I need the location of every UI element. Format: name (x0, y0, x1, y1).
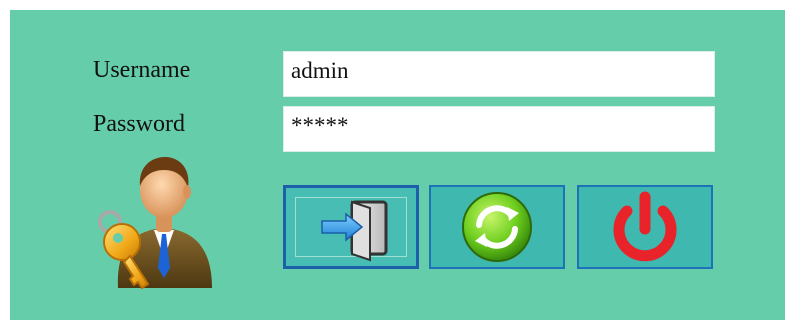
exit-button[interactable] (577, 185, 713, 269)
user-with-key-icon (88, 148, 218, 290)
login-door-arrow-icon (321, 200, 388, 262)
refresh-icon (462, 192, 532, 262)
login-panel: Username Password admin ***** (10, 10, 785, 320)
password-label: Password (93, 111, 186, 137)
username-input[interactable]: admin (283, 51, 715, 97)
username-label: Username (93, 57, 191, 83)
login-button[interactable] (283, 185, 419, 269)
power-icon (613, 191, 677, 262)
password-input[interactable]: ***** (283, 106, 715, 152)
refresh-button[interactable] (429, 185, 565, 269)
